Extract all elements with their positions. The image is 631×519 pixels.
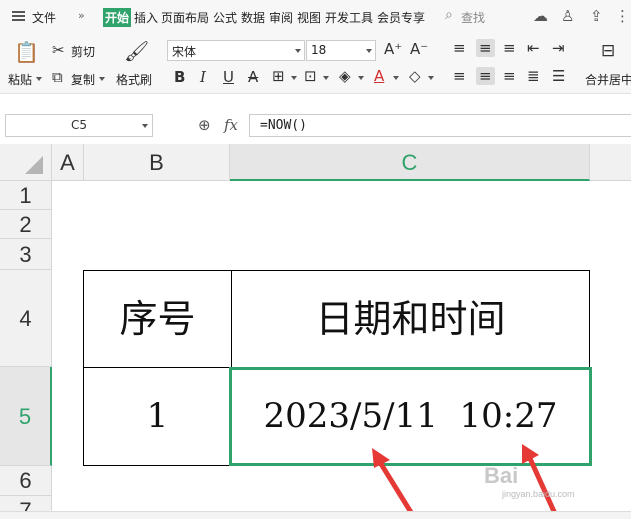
formula-input[interactable]: =NOW() — [249, 114, 631, 137]
merge-center-icon[interactable]: ⊟ — [601, 41, 615, 61]
decrease-indent-icon[interactable]: ⇤ — [527, 39, 540, 57]
tab-insert[interactable]: 插入 — [134, 9, 158, 26]
paste-button[interactable]: 粘贴 — [8, 71, 32, 88]
column-header-c[interactable]: C — [230, 144, 590, 181]
row-header-3[interactable]: 3 — [0, 239, 52, 270]
cell-c4[interactable]: 日期和时间 — [232, 271, 589, 367]
row-header-2[interactable]: 2 — [0, 210, 52, 239]
tab-member[interactable]: 会员专享 — [377, 9, 425, 26]
row-header-6[interactable]: 6 — [0, 466, 52, 496]
strikethrough-icon[interactable]: A — [248, 68, 258, 86]
more-tabs-icon[interactable]: » — [78, 9, 85, 22]
font-name-value: 宋体 — [172, 45, 197, 59]
cell-style-dropdown-icon[interactable] — [323, 76, 329, 80]
font-size-select[interactable]: 18 — [306, 40, 376, 61]
chevron-down-icon — [295, 49, 301, 53]
share-icon[interactable]: ⇪ — [590, 7, 603, 25]
cut-button[interactable]: 剪切 — [71, 43, 95, 60]
cell-b4[interactable]: 序号 — [84, 271, 231, 367]
select-all-corner[interactable] — [0, 144, 52, 181]
paste-dropdown-icon[interactable] — [36, 77, 42, 81]
tab-data[interactable]: 数据 — [241, 9, 265, 26]
row-header-1[interactable]: 1 — [0, 181, 52, 210]
align-left-icon[interactable]: ≡ — [453, 67, 466, 85]
format-painter-icon[interactable]: 🖌 — [124, 39, 149, 63]
tab-review[interactable]: 审阅 — [269, 9, 293, 26]
arrow-to-date — [372, 448, 415, 517]
search-label[interactable]: 查找 — [461, 9, 485, 26]
user-icon[interactable]: ♙ — [561, 7, 574, 25]
row-header-5[interactable]: 5 — [0, 367, 52, 466]
column-header-b[interactable]: B — [84, 144, 230, 181]
formula-bar: C5 ⊕ fx =NOW() — [0, 108, 631, 144]
border-icon[interactable]: ⊞ — [272, 67, 285, 85]
clear-format-dropdown-icon[interactable] — [428, 76, 434, 80]
font-name-select[interactable]: 宋体 — [167, 40, 305, 61]
tab-developer[interactable]: 开发工具 — [325, 9, 373, 26]
increase-indent-icon[interactable]: ⇥ — [552, 39, 565, 57]
column-header-next[interactable] — [590, 144, 631, 181]
row-header-4[interactable]: 4 — [0, 270, 52, 367]
zoom-icon[interactable]: ⊕ — [198, 116, 211, 134]
tab-formulas[interactable]: 公式 — [213, 9, 237, 26]
paste-icon[interactable]: 📋 — [14, 40, 39, 64]
fill-color-dropdown-icon[interactable] — [358, 76, 364, 80]
chevron-down-icon — [142, 124, 148, 128]
font-color-icon[interactable]: A — [374, 67, 384, 85]
italic-icon[interactable]: I — [200, 68, 206, 86]
chevron-down-icon — [366, 49, 372, 53]
column-header-a[interactable]: A — [52, 144, 84, 181]
increase-font-icon[interactable]: A⁺ — [384, 40, 402, 58]
menu-bar: 文件 » 开始 插入 页面布局 公式 数据 审阅 视图 开发工具 会员专享 ⌕ … — [0, 0, 631, 34]
tab-view[interactable]: 视图 — [297, 9, 321, 26]
cell-style-icon[interactable]: ⊡ — [304, 67, 317, 85]
name-box-value: C5 — [70, 118, 87, 132]
fill-color-icon[interactable]: ◈ — [339, 67, 351, 85]
cloud-icon[interactable]: ☁ — [533, 7, 548, 25]
border-dropdown-icon[interactable] — [291, 76, 297, 80]
underline-icon[interactable]: U — [223, 68, 234, 86]
tab-page-layout[interactable]: 页面布局 — [161, 9, 209, 26]
bold-icon[interactable]: B — [174, 68, 185, 86]
copy-icon[interactable]: ⧉ — [52, 68, 63, 86]
watermark: Bai jingyan.baidu.com — [484, 463, 575, 499]
watermark-text: Bai — [484, 463, 519, 488]
more-icon[interactable]: ⋮ — [615, 7, 630, 25]
align-top-icon[interactable]: ≡ — [453, 39, 466, 57]
tab-home[interactable]: 开始 — [103, 8, 132, 27]
cell-b5[interactable]: 1 — [84, 368, 231, 465]
distributed-icon[interactable]: ☰ — [552, 67, 565, 85]
watermark-subtext: jingyan.baidu.com — [502, 489, 575, 499]
search-icon[interactable]: ⌕ — [445, 7, 453, 23]
name-box[interactable]: C5 — [5, 114, 153, 137]
align-middle-icon[interactable]: ≡ — [476, 39, 495, 57]
format-painter-button[interactable]: 格式刷 — [116, 71, 152, 88]
copy-dropdown-icon[interactable] — [99, 77, 105, 81]
clear-format-icon[interactable]: ◇ — [409, 67, 421, 85]
decrease-font-icon[interactable]: A⁻ — [410, 40, 428, 58]
sheet-tab-bar[interactable] — [0, 511, 631, 519]
merge-center-button[interactable]: 合并居中 — [585, 71, 631, 88]
ribbon-toolbar: 📋 粘贴 ✂ 剪切 ⧉ 复制 🖌 格式刷 宋体 18 A⁺ A⁻ B I U A… — [0, 34, 631, 94]
font-size-value: 18 — [311, 43, 327, 57]
justify-icon[interactable]: ≣ — [527, 67, 540, 85]
function-icon[interactable]: fx — [224, 116, 238, 134]
hamburger-menu-icon[interactable] — [12, 11, 25, 21]
align-center-icon[interactable]: ≡ — [476, 67, 495, 85]
file-menu[interactable]: 文件 — [32, 9, 56, 26]
font-color-dropdown-icon[interactable] — [393, 76, 399, 80]
scissors-icon[interactable]: ✂ — [52, 41, 65, 59]
align-bottom-icon[interactable]: ≡ — [503, 39, 516, 57]
align-right-icon[interactable]: ≡ — [503, 67, 516, 85]
copy-button[interactable]: 复制 — [71, 71, 95, 88]
